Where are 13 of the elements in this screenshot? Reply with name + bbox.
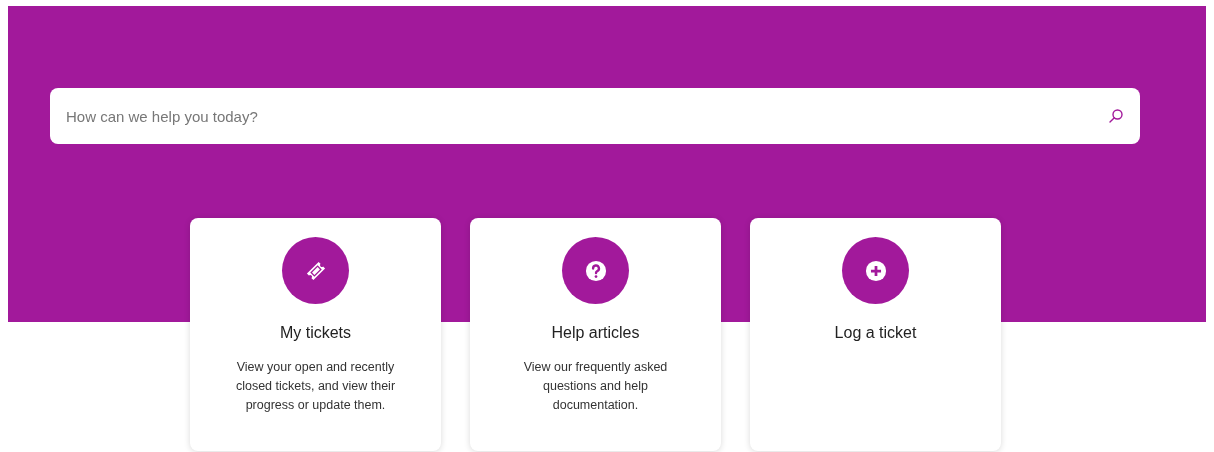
card-description: View your open and recently closed tickets, and view their progress or update them. (234, 359, 397, 414)
card-description: View our frequently asked questions and help documentation. (522, 359, 669, 414)
help-icon (584, 259, 607, 282)
card-background[interactable]: My tickets View your open and recently closed tickets, and view their progress or update them. (190, 218, 441, 451)
add-icon (864, 259, 887, 282)
card-title: My tickets (279, 324, 352, 342)
ticket-icon (304, 259, 327, 282)
card-background[interactable]: Log a ticket (750, 218, 1001, 451)
search-field[interactable]: How can we help you today? (50, 88, 1140, 144)
search-icon[interactable] (1108, 108, 1124, 124)
card-background[interactable]: Help articles View our frequently asked questions and help documentation. (470, 218, 721, 451)
card-title: Log a ticket (834, 324, 917, 342)
card-title: Help articles (551, 324, 640, 342)
